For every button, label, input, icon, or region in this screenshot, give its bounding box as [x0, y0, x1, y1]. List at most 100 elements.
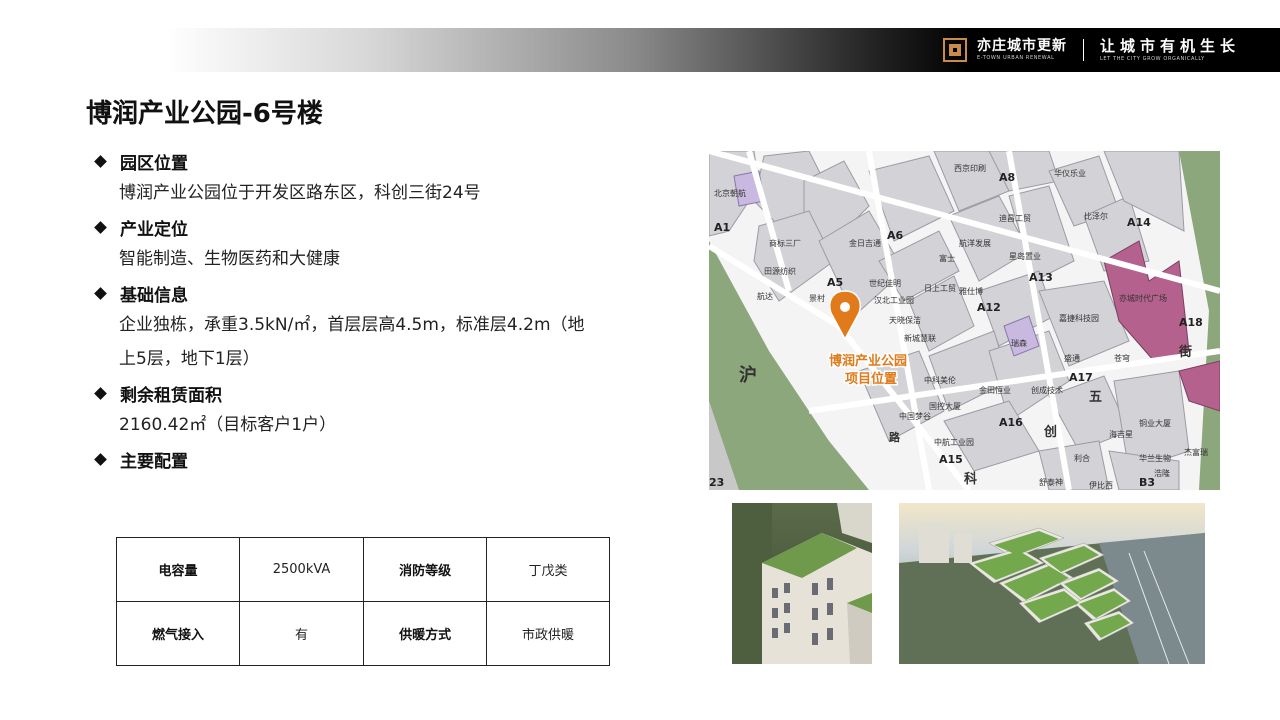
map-road-label: 五: [1089, 390, 1102, 405]
map-place-label: 日上工贸: [924, 283, 956, 293]
section-heading: 产业定位: [120, 219, 188, 240]
map-place-label: 世纪佳明: [869, 278, 901, 288]
table-cell-label: 供暖方式: [363, 601, 488, 666]
map-place-label: 新城慧联: [904, 333, 936, 343]
map-place-label: 创成技术: [1031, 385, 1063, 395]
table-cell-label: 电容量: [116, 537, 240, 602]
table-cell-value: 丁戊类: [486, 537, 610, 602]
map-place-label: 天晓保洁: [889, 315, 921, 325]
map-road-label: 沪: [739, 364, 757, 386]
slogan-en: LET THE CITY GROW ORGANICALLY: [1099, 55, 1205, 62]
map-label: A5: [827, 276, 843, 289]
map-place-label: 田源纺织: [764, 266, 796, 276]
map-place-label: 商标三厂: [769, 238, 801, 248]
map-place-label: 北京朝航: [714, 188, 746, 198]
table-row: 电容量 2500kVA 消防等级 丁戊类: [116, 537, 610, 602]
marker-label: 博润产业公园: [829, 353, 907, 369]
map-place-label: 伊比西: [1089, 480, 1113, 490]
section-line: 上5层，地下1层）: [119, 349, 260, 369]
map-canvas: A1 A5 A6 A8 A12 A13 A14 A15 A16 A17 A18 …: [709, 151, 1220, 490]
map-place-label: 迪昌工贸: [999, 213, 1031, 223]
section-basic-info: 基础信息 企业独栋，承重3.5kN/㎡，首层层高4.5m，标准层4.2m（地 上…: [92, 278, 652, 376]
map-place-label: 星岛置业: [1009, 251, 1041, 261]
brand-name-en: E-TOWN URBAN RENEWAL: [976, 55, 1055, 61]
page-title: 博润产业公园-6号楼: [86, 99, 323, 129]
table-cell-value: 有: [238, 601, 365, 666]
map-label: A17: [1069, 371, 1093, 384]
brand-name: 亦庄城市更新 E-TOWN URBAN RENEWAL: [977, 39, 1067, 61]
section-heading: 园区位置: [120, 153, 188, 174]
section-line: 2160.42㎡（目标客户1户）: [119, 415, 337, 435]
diamond-bullet-icon: [94, 220, 107, 234]
map-place-label: 景村: [809, 293, 825, 303]
map-place-label: 航洋发展: [959, 238, 991, 248]
section-industry: 产业定位 智能制造、生物医药和大健康: [92, 212, 652, 276]
map-place-label: 海吉星: [1109, 429, 1133, 439]
map-label: B3: [1139, 476, 1155, 489]
map-place-label: 比泽尔: [1084, 211, 1108, 221]
map-road-label: 路: [889, 430, 901, 444]
map-place-label: 汉北工业园: [874, 295, 914, 305]
map-place-label: 西京印刷: [954, 163, 986, 173]
map-place-label: 富士: [939, 253, 955, 263]
map-place-label: 铜业大厦: [1139, 418, 1171, 428]
map-place-label: 浩隆: [1154, 468, 1170, 478]
map-place-label: 杰富瑞: [1184, 447, 1208, 457]
slogan-cn: 让城市有机生长: [1099, 36, 1240, 55]
map-place-label: 嘉捷科技园: [1059, 313, 1099, 323]
section-heading: 剩余租赁面积: [120, 385, 222, 406]
table-row: 燃气接入 有 供暖方式 市政供暖: [116, 601, 610, 666]
map-place-label: 苍穹: [1114, 353, 1130, 363]
map-label: A8: [999, 171, 1015, 184]
map-place-label: 金田恒业: [979, 385, 1011, 395]
brand-divider: [1082, 39, 1084, 61]
section-heading: 主要配置: [120, 451, 188, 472]
map-label: A12: [977, 301, 1001, 314]
map-place-label: 中国梦谷: [899, 411, 931, 421]
map-road-label: 科: [964, 471, 977, 487]
map-place-label: 华仪乐业: [1054, 168, 1086, 178]
section-heading: 基础信息: [120, 285, 188, 306]
map-label: 23: [709, 476, 724, 489]
diamond-bullet-icon: [94, 386, 107, 400]
map-place-label: 中航工业园: [934, 437, 974, 447]
map-label: A6: [887, 229, 904, 242]
map-place-label: 中科美伦: [924, 375, 956, 385]
map-road-label: 街: [1178, 344, 1192, 360]
diamond-bullet-icon: [94, 286, 107, 300]
campus-aerial-rendering: [899, 503, 1205, 664]
map-label: A13: [1029, 271, 1053, 284]
map-place-label: 亦城时代广场: [1119, 293, 1167, 303]
slogan: 让城市有机生长 LET THE CITY GROW ORGANICALLY: [1099, 36, 1240, 62]
section-line: 智能制造、生物医药和大健康: [119, 249, 340, 269]
map-label: A15: [939, 453, 963, 466]
table-cell-value: 市政供暖: [486, 601, 610, 666]
diamond-bullet-icon: [94, 154, 107, 168]
header-band: 亦庄城市更新 E-TOWN URBAN RENEWAL 让城市有机生长 LET …: [165, 28, 1280, 72]
section-line: 博润产业公园位于开发区路东区，科创三街24号: [119, 183, 481, 203]
map-place-label: 利合: [1074, 453, 1090, 463]
section-location: 园区位置 博润产业公园位于开发区路东区，科创三街24号: [92, 146, 652, 210]
section-line: 企业独栋，承重3.5kN/㎡，首层层高4.5m，标准层4.2m（地: [119, 315, 585, 335]
map-label: A18: [1179, 316, 1203, 329]
diamond-bullet-icon: [94, 452, 107, 466]
map-place-label: 国控大厦: [929, 401, 961, 411]
brand-name-cn: 亦庄城市更新: [976, 38, 1067, 54]
map-place-label: 盛通: [1064, 353, 1080, 363]
location-map: A1 A5 A6 A8 A12 A13 A14 A15 A16 A17 A18 …: [709, 151, 1220, 490]
table-cell-value: 2500kVA: [238, 537, 365, 602]
map-place-label: 华兰生物: [1139, 453, 1171, 463]
section-configuration: 主要配置: [92, 444, 652, 474]
marker-label: 项目位置: [845, 371, 897, 387]
map-place-label: 雅仕博: [959, 286, 983, 296]
map-road-label: 创: [1043, 424, 1057, 440]
brand-logo-icon: [942, 38, 967, 62]
map-label: A16: [999, 416, 1023, 429]
map-place-label: 金日吉通: [849, 238, 881, 248]
section-lease-area: 剩余租赁面积 2160.42㎡（目标客户1户）: [92, 378, 652, 442]
building-rendering-closeup: [732, 503, 872, 664]
map-label: A1: [714, 221, 730, 234]
table-cell-label: 消防等级: [363, 537, 488, 602]
brand-group: 亦庄城市更新 E-TOWN URBAN RENEWAL 让城市有机生长 LET …: [942, 28, 1240, 72]
map-place-label: 瑞森: [1011, 338, 1027, 348]
